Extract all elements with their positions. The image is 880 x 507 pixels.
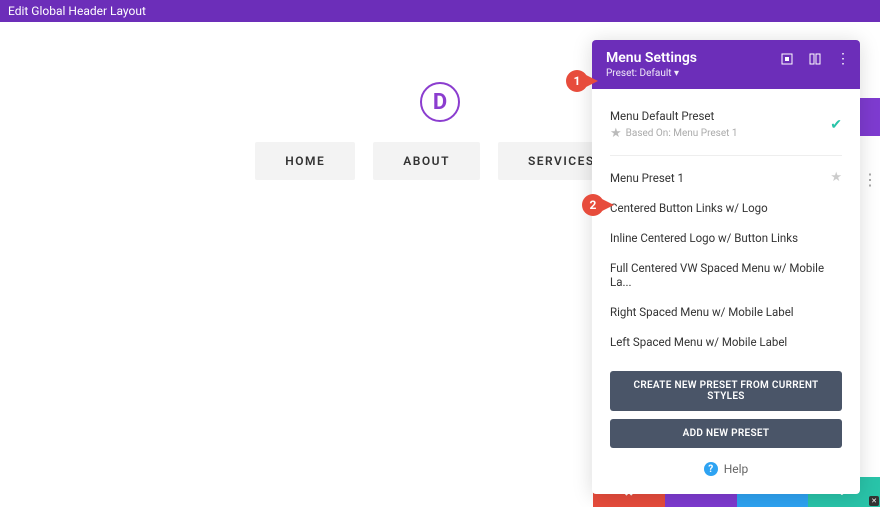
logo-letter: D	[433, 90, 447, 115]
kebab-icon[interactable]: ⋮	[836, 52, 850, 66]
create-preset-button[interactable]: CREATE NEW PRESET FROM CURRENT STYLES	[610, 371, 842, 411]
check-icon: ✔	[830, 117, 842, 133]
add-preset-button[interactable]: ADD NEW PRESET	[610, 419, 842, 448]
preset-dropdown[interactable]: Preset: Default ▾	[606, 68, 846, 79]
preset-name: Left Spaced Menu w/ Mobile Label	[610, 335, 842, 349]
star-icon[interactable]: ★	[830, 170, 842, 185]
menu-settings-panel: Menu Settings Preset: Default ▾ ⋮ Menu D…	[592, 40, 860, 494]
top-bar-title: Edit Global Header Layout	[8, 4, 146, 18]
preset-item[interactable]: Menu Preset 1 ★	[610, 162, 842, 193]
preset-item[interactable]: Left Spaced Menu w/ Mobile Label	[610, 327, 842, 357]
preset-default-basedon: Based On: Menu Preset 1	[626, 128, 738, 139]
star-icon: ★	[610, 126, 622, 141]
logo[interactable]: D	[420, 82, 460, 122]
preset-name: Right Spaced Menu w/ Mobile Label	[610, 305, 842, 319]
pointer-badge: 2	[582, 194, 604, 216]
preset-item[interactable]: Right Spaced Menu w/ Mobile Label	[610, 297, 842, 327]
help-label: Help	[724, 462, 749, 476]
preset-name: Full Centered VW Spaced Menu w/ Mobile L…	[610, 261, 842, 289]
layout-icon[interactable]	[808, 52, 822, 66]
annotation-pointer-2: 2	[582, 194, 604, 216]
preset-name: Centered Button Links w/ Logo	[610, 201, 842, 215]
nav-about[interactable]: ABOUT	[373, 142, 480, 180]
help-icon: ?	[704, 462, 718, 476]
corner-close-icon[interactable]: ✕	[869, 496, 879, 506]
preset-item[interactable]: Centered Button Links w/ Logo	[610, 193, 842, 223]
panel-header-icons: ⋮	[780, 52, 850, 66]
pointer-badge: 1	[566, 70, 588, 92]
preset-list: Menu Default Preset ★ Based On: Menu Pre…	[592, 89, 860, 494]
top-bar: Edit Global Header Layout	[0, 0, 880, 22]
preset-item[interactable]: Inline Centered Logo w/ Button Links	[610, 223, 842, 253]
help-row[interactable]: ? Help	[610, 448, 842, 478]
preset-default[interactable]: Menu Default Preset ★ Based On: Menu Pre…	[610, 101, 842, 156]
preset-default-sub: ★ Based On: Menu Preset 1	[610, 126, 830, 141]
preset-item[interactable]: Full Centered VW Spaced Menu w/ Mobile L…	[610, 253, 842, 297]
panel-header: Menu Settings Preset: Default ▾ ⋮	[592, 40, 860, 89]
preset-name: Inline Centered Logo w/ Button Links	[610, 231, 842, 245]
preset-name: Menu Preset 1	[610, 171, 830, 185]
nav-home[interactable]: HOME	[255, 142, 355, 180]
annotation-pointer-1: 1	[566, 70, 588, 92]
bg-kebab-icon[interactable]: ⋮	[862, 170, 872, 180]
expand-icon[interactable]	[780, 52, 794, 66]
preset-default-name: Menu Default Preset	[610, 109, 830, 123]
